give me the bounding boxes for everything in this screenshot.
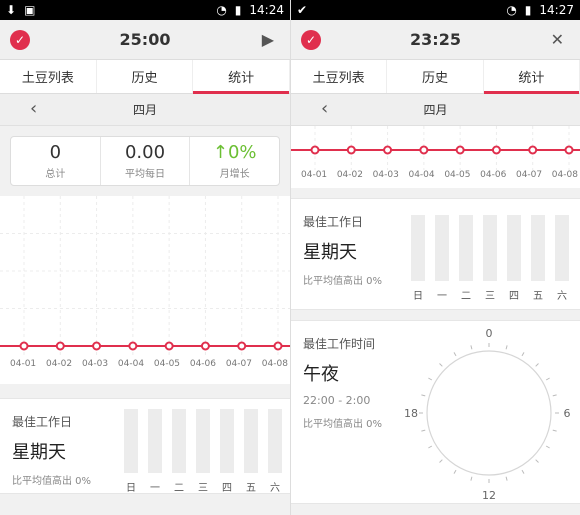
clock-tick (439, 363, 443, 367)
chevron-left-icon[interactable]: ‹ (30, 98, 37, 119)
summary-total: 0 总计 (11, 137, 101, 185)
day-labels: 04-01 04-02 04-03 04-04 04-05 04-06 04-07 04-08 (301, 170, 578, 180)
daily-chart: 04-01 04-02 04-03 04-04 04-05 04-06 04-07 04-08 (0, 196, 290, 384)
clock-tick (421, 394, 426, 397)
tab-history[interactable]: 历史 (97, 60, 194, 93)
right-screen: ✔ ◔ ▮ 14:27 ✓ 23:25 ✕ 土豆列表 历史 统计 ‹ 四月 04… (290, 0, 580, 515)
best-day-card: 最佳工作日 星期天 比平均值高出 0% 日 一 二 三 四 五 六 (0, 398, 290, 494)
data-point-04-04 (419, 145, 429, 155)
app-logo-icon: ✓ (10, 30, 30, 50)
chevron-left-icon[interactable]: ‹ (321, 98, 328, 119)
month-label: 四月 (132, 103, 157, 117)
daily-line-chart (0, 196, 290, 356)
data-point-04-03 (92, 341, 102, 351)
data-point-04-01 (310, 145, 320, 155)
data-point-04-04 (128, 341, 138, 351)
month-label: 四月 (423, 103, 448, 117)
month-nav: ‹ 四月 (291, 94, 580, 126)
close-icon[interactable]: ✕ (551, 30, 564, 49)
toolbar: ✓ 23:25 ✕ (291, 20, 580, 60)
image-icon: ▣ (24, 3, 36, 17)
clock-tick (505, 476, 508, 481)
download-icon: ⬇ (6, 3, 17, 17)
clock-dial: 0 6 12 18 (404, 327, 571, 502)
month-nav: ‹ 四月 (0, 94, 290, 126)
best-time-card: 最佳工作时间 午夜 22:00 - 2:00 比平均值高出 0% 0 6 12 … (291, 320, 580, 504)
clock-tick (453, 352, 457, 357)
tab-stats[interactable]: 统计 (483, 60, 580, 94)
data-point-04-02 (346, 145, 356, 155)
tab-stats[interactable]: 统计 (193, 60, 290, 94)
clock-time: 14:27 (539, 3, 574, 17)
timer-display: 25:00 (119, 30, 171, 49)
wifi-icon: ◔ (506, 3, 517, 17)
summary-daily-average: 0.00 平均每日 (101, 137, 191, 185)
timer-display: 23:25 (410, 30, 461, 49)
clock-tick (428, 445, 433, 449)
battery-icon: ▮ (524, 3, 532, 17)
data-point-04-05 (164, 341, 174, 351)
tab-list[interactable]: 土豆列表 (0, 60, 97, 93)
tab-bar: 土豆列表 历史 统计 (291, 60, 580, 94)
check-icon: ✔ (297, 3, 308, 17)
play-icon[interactable]: ▶ (262, 30, 274, 49)
clock-tick (428, 377, 433, 381)
clock-tick (505, 345, 508, 350)
best-day-card: 最佳工作日 星期天 比平均值高出 0% 日 一 二 三 四 五 六 (291, 198, 580, 310)
summary-box: 0 总计 0.00 平均每日 ↑0% 月增长 (10, 136, 280, 186)
data-point-04-07 (528, 145, 538, 155)
data-point-04-02 (55, 341, 65, 351)
data-point-04-08 (273, 341, 283, 351)
arrow-up-icon: ↑ (212, 142, 228, 163)
summary-monthly-growth: ↑0% 月增长 (212, 142, 257, 180)
day-labels: 04-01 04-02 04-03 04-04 04-05 04-06 04-07 04-08 (10, 359, 288, 369)
dial-label-bottom: 12 (482, 489, 496, 502)
clock-tick (453, 469, 457, 474)
clock-tick (552, 429, 557, 432)
data-point-04-01 (19, 341, 29, 351)
dial-label-left: 18 (404, 407, 418, 420)
clock-tick (535, 363, 539, 367)
clock-tick (521, 352, 525, 357)
status-bar: ✔ ◔ ▮ 14:27 (291, 0, 580, 20)
dial-label-right: 6 (564, 407, 571, 420)
wifi-icon: ◔ (216, 3, 227, 17)
weekday-bars: 日 一 二 三 四 五 六 (411, 215, 569, 302)
tab-history[interactable]: 历史 (387, 60, 484, 93)
clock-time: 14:24 (249, 3, 284, 17)
data-point-04-07 (237, 341, 247, 351)
daily-line-chart (291, 126, 580, 170)
status-bar: ⬇ ▣ ◔ ▮ 14:24 (0, 0, 290, 20)
clock-tick (545, 445, 550, 449)
clock-tick (545, 377, 550, 381)
battery-icon: ▮ (234, 3, 242, 17)
tab-list[interactable]: 土豆列表 (291, 60, 388, 93)
clock-tick (470, 345, 473, 350)
clock-tick (535, 459, 539, 463)
clock-tick (552, 394, 557, 397)
data-point-04-06 (200, 341, 210, 351)
dial-label-top: 0 (486, 327, 493, 340)
clock-tick (421, 429, 426, 432)
clock-tick (439, 459, 443, 463)
data-point-04-05 (455, 145, 465, 155)
data-point-04-08 (564, 145, 574, 155)
daily-chart: 04-01 04-02 04-03 04-04 04-05 04-06 04-07 04-08 (291, 126, 580, 188)
clock-tick (521, 469, 525, 474)
clock-tick (470, 476, 473, 481)
toolbar: ✓ 25:00 ▶ (0, 20, 290, 60)
tab-bar: 土豆列表 历史 统计 (0, 60, 290, 94)
data-point-04-06 (491, 145, 501, 155)
data-point-04-03 (383, 145, 393, 155)
weekday-bars: 日 一 二 三 四 五 六 (124, 409, 282, 494)
left-screen: ⬇ ▣ ◔ ▮ 14:24 ✓ 25:00 ▶ 土豆列表 历史 统计 ‹ 四月 … (0, 0, 290, 515)
app-logo-icon: ✓ (301, 30, 321, 50)
